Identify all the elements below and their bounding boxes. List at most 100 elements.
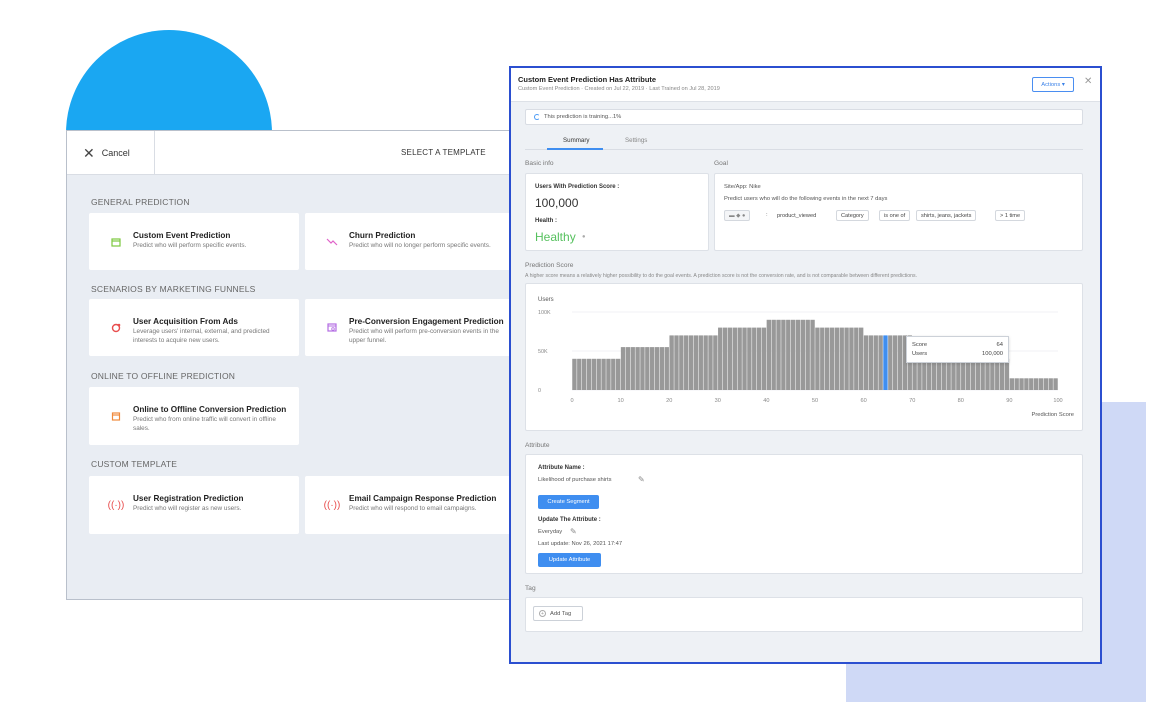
bar: [790, 319, 796, 390]
card-title: User Registration Prediction: [133, 494, 244, 503]
tab-settings[interactable]: Settings: [625, 137, 647, 144]
tooltip-score-label: Score: [912, 342, 928, 348]
card-description: Leverage users' internal, external, and …: [133, 328, 270, 344]
card-description: Predict who will perform pre-conversion …: [349, 328, 499, 344]
edit-pencil-icon[interactable]: ✎: [570, 527, 577, 536]
goal-attribute-chip[interactable]: Category: [836, 210, 869, 221]
bar: [761, 327, 767, 390]
bar: [995, 358, 1000, 390]
card-title: Online to Offline Conversion Prediction: [133, 405, 287, 414]
site-app-text: Site/App: Nike: [724, 184, 761, 190]
bar: [756, 327, 762, 390]
browser-search-icon: [325, 321, 339, 335]
score-section-label: Prediction Score: [525, 262, 574, 269]
goal-operator-chip[interactable]: is one of: [879, 210, 911, 221]
card-title: User Acquisition From Ads: [133, 317, 238, 326]
bar: [990, 358, 995, 390]
bar: [1004, 358, 1010, 390]
bar: [688, 335, 694, 390]
bar: [868, 335, 874, 390]
actions-button[interactable]: Actions ▾: [1032, 77, 1074, 92]
bar: [659, 347, 665, 390]
bar: [1029, 378, 1034, 390]
tag-box: [525, 597, 1083, 632]
card-description: Predict who will respond to email campai…: [349, 505, 477, 512]
bar: [800, 319, 806, 390]
users-score-value: 100,000: [535, 196, 579, 210]
bar: [1048, 378, 1053, 390]
template-card-email-campaign[interactable]: ((·)) Email Campaign Response Prediction…: [305, 476, 525, 534]
x-axis-label: Prediction Score: [1031, 412, 1074, 418]
bar: [1043, 378, 1049, 390]
card-description: Predict who will no longer perform speci…: [349, 242, 491, 249]
goal-frequency-chip[interactable]: > 1 time: [995, 210, 1026, 221]
template-card-user-acquisition[interactable]: User Acquisition From Ads Leverage users…: [89, 299, 299, 356]
add-tag-button[interactable]: + Add Tag: [533, 606, 583, 621]
bar: [888, 335, 893, 390]
template-card-user-registration[interactable]: ((·)) User Registration Prediction Predi…: [89, 476, 299, 534]
training-text: This prediction is training...1%: [544, 114, 622, 120]
bar: [878, 335, 883, 390]
bar: [999, 358, 1005, 390]
bar: [630, 347, 635, 390]
bar: [601, 358, 606, 390]
attribute-name-value: Likelihood of purchase shirts: [538, 477, 612, 483]
health-value: Healthy: [535, 230, 576, 244]
x-tick-label: 80: [958, 398, 964, 404]
goal-values-chip[interactable]: shirts, jeans, jackets: [916, 210, 977, 221]
bar: [1033, 378, 1039, 390]
bar: [897, 335, 903, 390]
info-icon[interactable]: ●: [582, 234, 586, 240]
bar: [893, 335, 898, 390]
bar: [727, 327, 733, 390]
goal-description: Predict users who will do the following …: [724, 196, 888, 202]
bar: [572, 358, 577, 390]
bar: [703, 335, 708, 390]
template-card-churn[interactable]: Churn Prediction Predict who will no lon…: [305, 213, 525, 270]
bar: [722, 327, 728, 390]
tab-bar: Summary Settings: [525, 134, 1083, 150]
card-title: Pre-Conversion Engagement Prediction: [349, 317, 504, 326]
bar: [625, 347, 631, 390]
y-tick-label: 100K: [538, 310, 551, 316]
add-tag-label: Add Tag: [550, 610, 572, 617]
template-panel: ✕ Cancel SELECT A TEMPLATE GENERAL PREDI…: [66, 130, 526, 600]
template-card-pre-conversion[interactable]: Pre-Conversion Engagement Prediction Pre…: [305, 299, 525, 356]
goal-event-chip[interactable]: product_viewed: [773, 210, 821, 221]
card-description: Predict who will register as new users.: [133, 505, 242, 512]
bar: [591, 358, 597, 390]
template-card-o2o[interactable]: Online to Offline Conversion Prediction …: [89, 387, 299, 445]
tooltip-users-label: Users: [912, 351, 928, 357]
x-tick-label: 40: [763, 398, 769, 404]
prediction-subtitle: Custom Event Prediction · Created on Jul…: [518, 86, 720, 92]
close-icon[interactable]: ✕: [1084, 76, 1092, 87]
tab-summary[interactable]: Summary: [563, 137, 589, 144]
attribute-box: Attribute Name : Likelihood of purchase …: [525, 454, 1083, 574]
template-card-custom-event[interactable]: Custom Event Prediction Predict who will…: [89, 213, 299, 270]
template-header: ✕ Cancel SELECT A TEMPLATE: [67, 130, 525, 175]
bar: [1009, 378, 1015, 390]
update-attribute-button[interactable]: Update Attribute: [538, 553, 601, 567]
bar: [635, 347, 640, 390]
bar: [1053, 378, 1058, 390]
bar: [693, 335, 699, 390]
edit-pencil-icon[interactable]: ✎: [638, 475, 645, 484]
broadcast-icon: ((·)): [323, 499, 341, 511]
bar: [586, 358, 592, 390]
update-attribute-label: Update The Attribute :: [538, 517, 601, 523]
x-tick-label: 100: [1053, 398, 1062, 404]
bar: [718, 327, 723, 390]
x-tick-label: 70: [909, 398, 915, 404]
cancel-button[interactable]: ✕ Cancel: [67, 130, 155, 175]
bar: [786, 319, 791, 390]
broadcast-icon: ((·)): [107, 499, 125, 511]
section-title: GENERAL PREDICTION: [91, 197, 190, 207]
card-title: Email Campaign Response Prediction: [349, 494, 497, 503]
bar: [776, 319, 781, 390]
bar: [650, 347, 655, 390]
bar: [970, 358, 976, 390]
bar: [606, 358, 611, 390]
bar: [615, 358, 621, 390]
create-segment-button[interactable]: Create Segment: [538, 495, 599, 509]
bar: [1019, 378, 1024, 390]
